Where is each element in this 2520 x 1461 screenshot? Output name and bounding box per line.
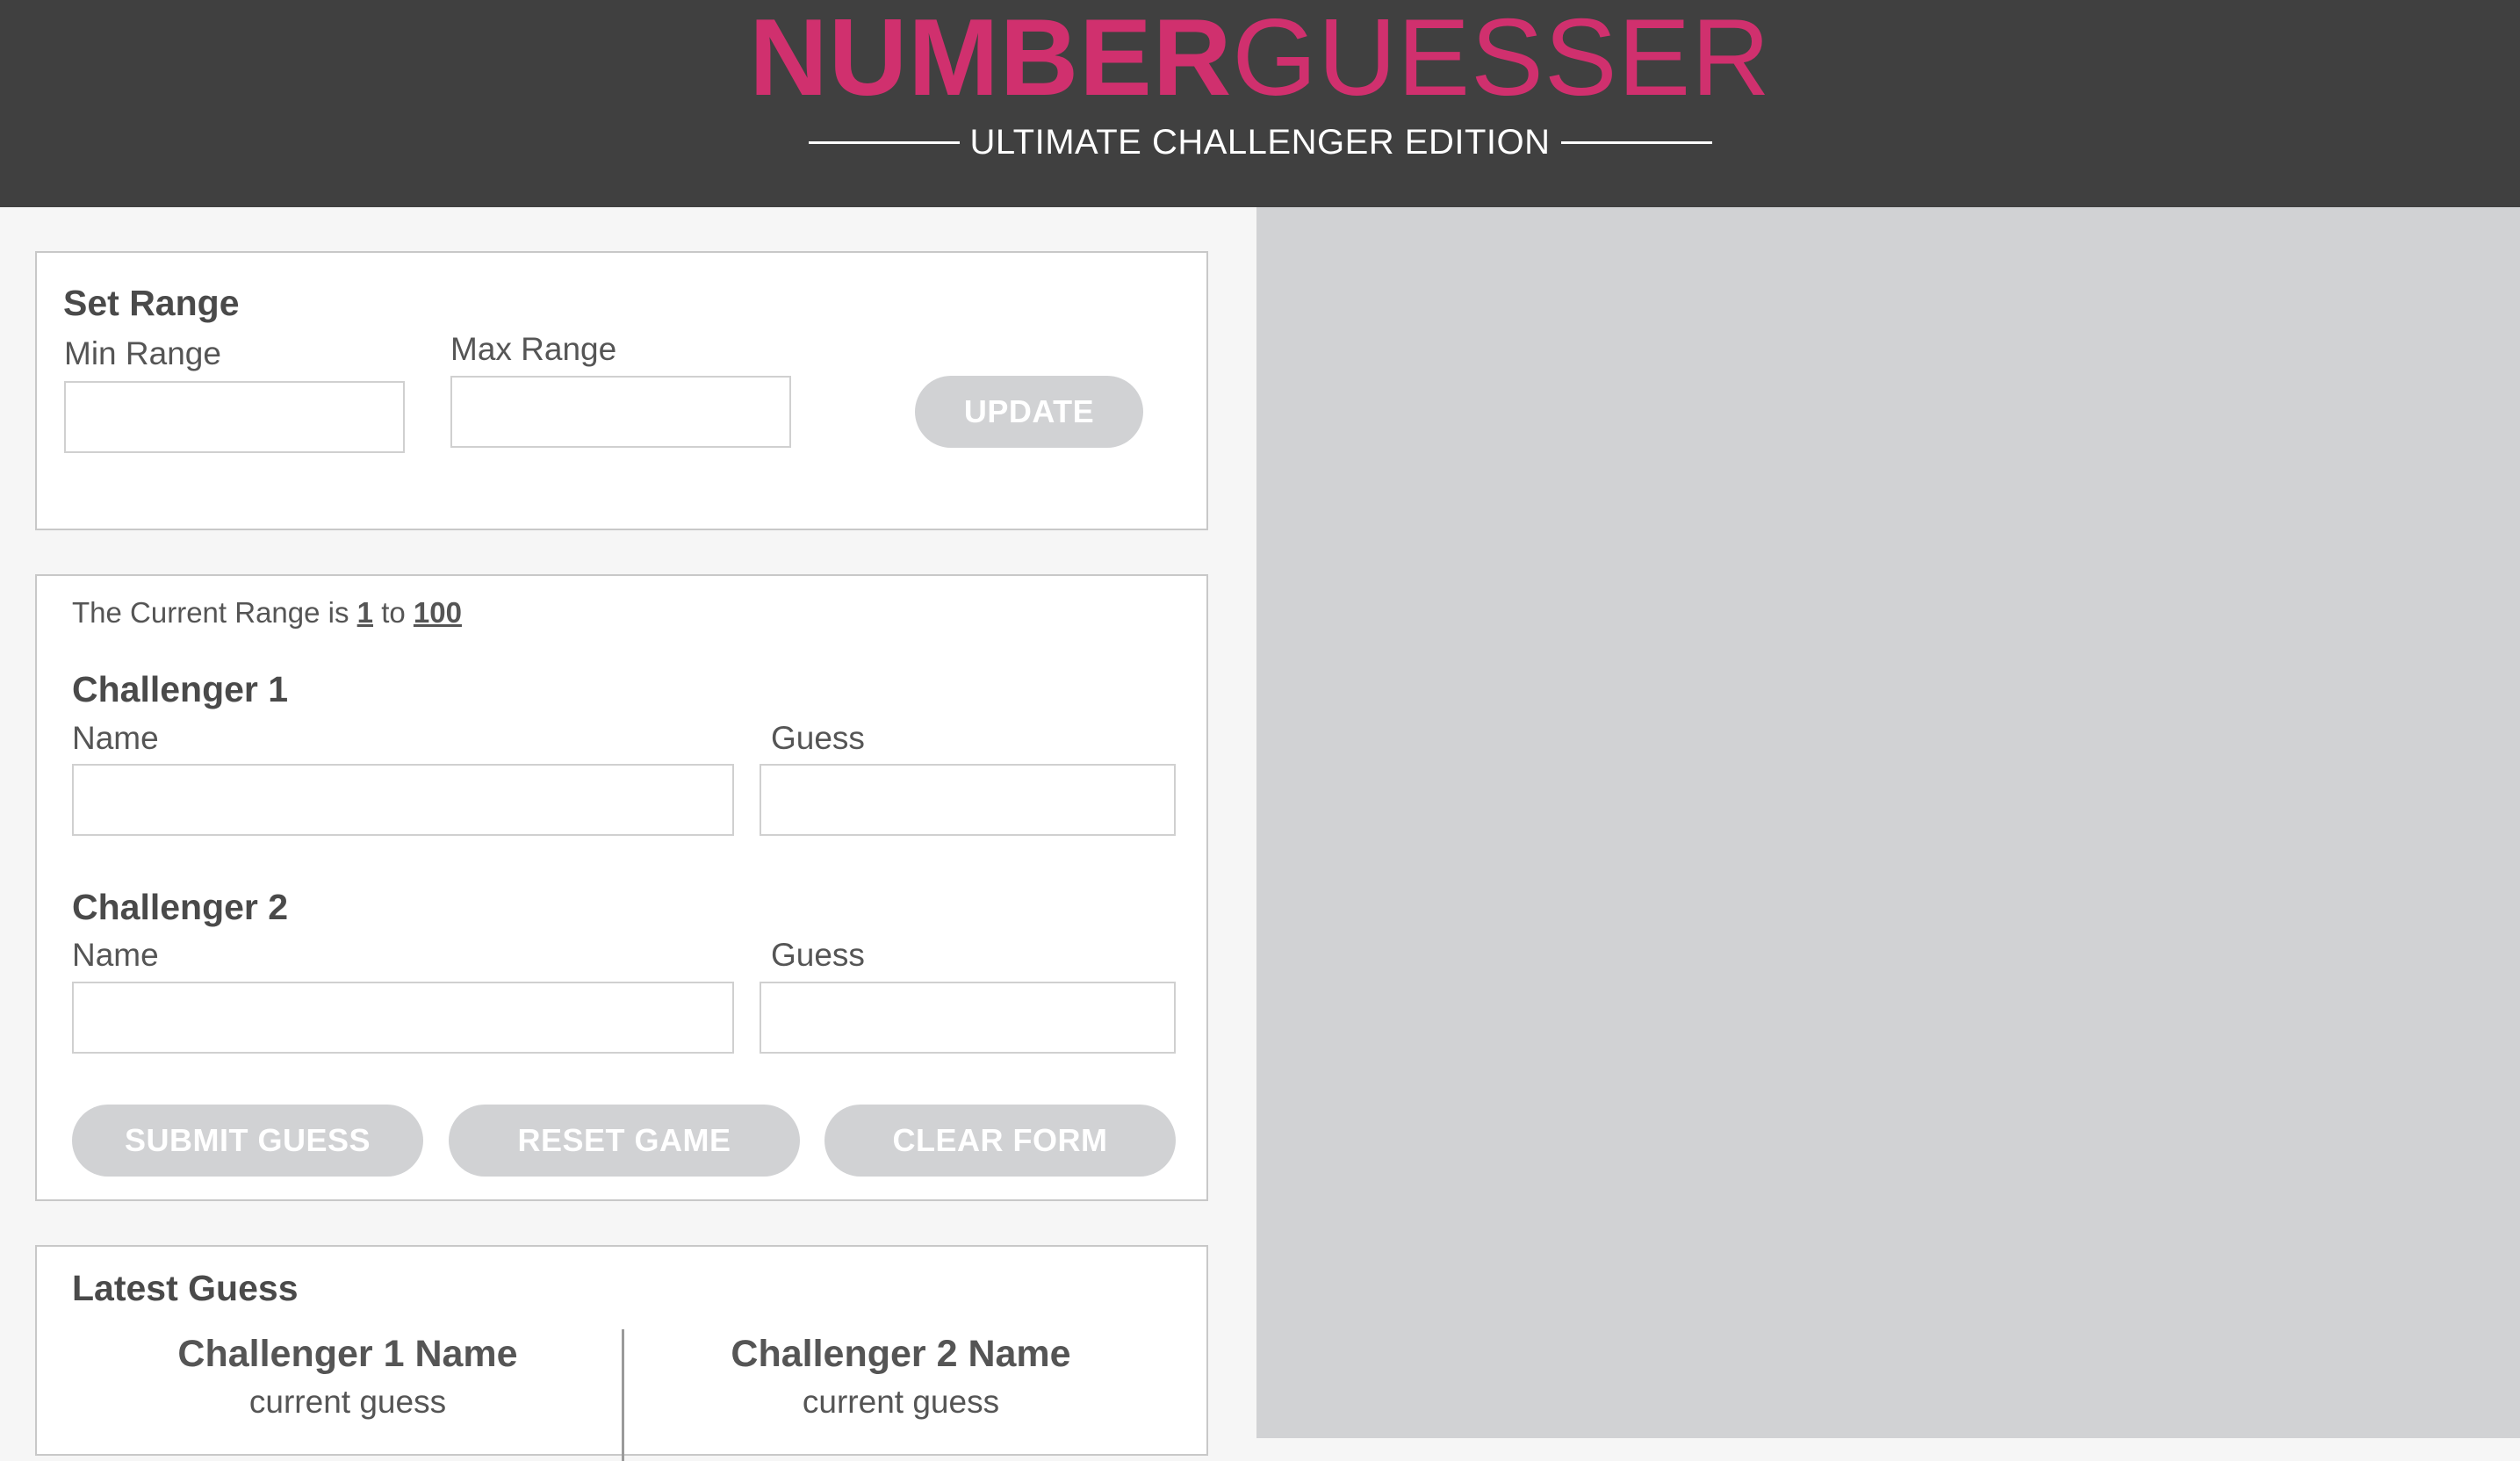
challenger-2-latest-name: Challenger 2 Name bbox=[731, 1333, 1071, 1375]
game-card: The Current Range is 1 to 100 Challenger… bbox=[35, 574, 1208, 1201]
latest-guess-card: Latest Guess Challenger 1 Name current g… bbox=[35, 1245, 1208, 1461]
submit-guess-button[interactable]: SUBMIT GUESS bbox=[72, 1105, 423, 1177]
app-subtitle-row: ULTIMATE CHALLENGER EDITION bbox=[0, 119, 2520, 165]
challenger-1-name-label: Name bbox=[72, 720, 159, 756]
app-title-bold: NUMBER bbox=[749, 0, 1233, 119]
min-range-input[interactable] bbox=[64, 381, 405, 453]
challenger-2-guess-input[interactable] bbox=[760, 982, 1176, 1054]
challenger-1-title: Challenger 1 bbox=[72, 669, 289, 709]
clear-form-button[interactable]: CLEAR FORM bbox=[824, 1105, 1176, 1177]
app-title: NUMBERGUESSER bbox=[0, 4, 2520, 112]
max-range-label: Max Range bbox=[450, 331, 617, 367]
current-range-prefix: The Current Range is bbox=[72, 596, 349, 629]
challenger-1-latest-guess: current guess bbox=[248, 1384, 447, 1420]
app-subtitle: ULTIMATE CHALLENGER EDITION bbox=[969, 122, 1551, 162]
min-range-label: Min Range bbox=[64, 335, 221, 371]
results-panel bbox=[1256, 207, 2520, 1438]
latest-guess-divider bbox=[622, 1329, 624, 1461]
challenger-2-guess-label: Guess bbox=[771, 937, 865, 973]
current-range-max: 100 bbox=[413, 596, 462, 629]
challenger-1-name-input[interactable] bbox=[72, 764, 734, 836]
reset-game-button[interactable]: RESET GAME bbox=[449, 1105, 800, 1177]
challenger-2-latest-guess: current guess bbox=[802, 1384, 1000, 1420]
challenger-1-guess-input[interactable] bbox=[760, 764, 1176, 836]
current-range-min: 1 bbox=[356, 596, 374, 629]
challenger-2-name-input[interactable] bbox=[72, 982, 734, 1054]
challenger-1-latest-name: Challenger 1 Name bbox=[177, 1333, 518, 1375]
challenger-1-guess-label: Guess bbox=[771, 720, 865, 756]
set-range-title: Set Range bbox=[63, 283, 240, 323]
subtitle-rule-right bbox=[1560, 140, 1712, 144]
latest-guess-title: Latest Guess bbox=[72, 1268, 299, 1308]
set-range-card: Set Range Min Range Max Range UPDATE bbox=[35, 251, 1208, 530]
app-title-light: GUESSER bbox=[1232, 0, 1771, 119]
subtitle-rule-left bbox=[808, 140, 960, 144]
current-range-to: to bbox=[381, 596, 406, 629]
challenger-2-name-label: Name bbox=[72, 937, 159, 973]
update-button[interactable]: UPDATE bbox=[915, 376, 1143, 448]
current-range-text: The Current Range is 1 to 100 bbox=[72, 596, 462, 630]
app-header: NUMBERGUESSER ULTIMATE CHALLENGER EDITIO… bbox=[0, 0, 2520, 207]
challenger-2-title: Challenger 2 bbox=[72, 887, 289, 927]
max-range-input[interactable] bbox=[450, 376, 791, 448]
